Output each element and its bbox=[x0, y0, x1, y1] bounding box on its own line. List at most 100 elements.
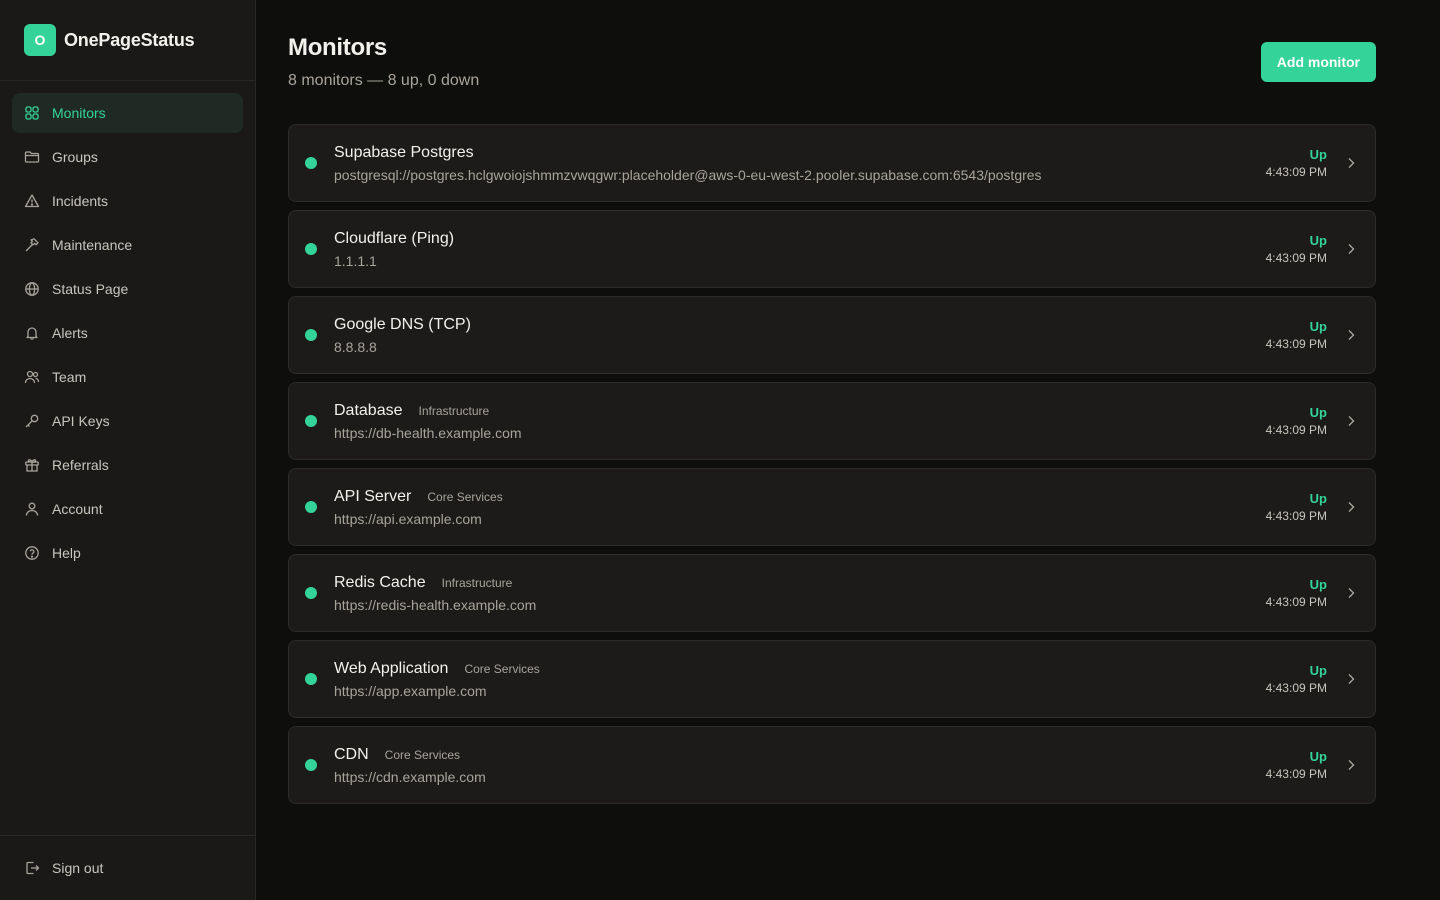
monitor-target: https://db-health.example.com bbox=[334, 424, 522, 441]
sidebar-item-label: Incidents bbox=[52, 193, 109, 209]
monitor-list: Supabase Postgres postgresql://postgres.… bbox=[288, 124, 1376, 804]
sidebar-item-label: Maintenance bbox=[52, 237, 133, 253]
status-label: Up bbox=[1309, 749, 1327, 764]
monitor-target: postgresql://postgres.hclgwoiojshmmzvwqg… bbox=[334, 166, 1042, 183]
monitor-row[interactable]: Google DNS (TCP) 8.8.8.8 Up 4:43:09 PM bbox=[288, 296, 1376, 374]
monitor-group-tag: Core Services bbox=[427, 489, 503, 504]
sidebar-item-help[interactable]: Help bbox=[12, 533, 243, 573]
sidebar-item-label: Account bbox=[52, 501, 103, 517]
chevron-right-icon bbox=[1343, 585, 1359, 601]
sidebar-item-maintenance[interactable]: Maintenance bbox=[12, 225, 243, 265]
chevron-right-icon bbox=[1343, 671, 1359, 687]
sidebar-item-team[interactable]: Team bbox=[12, 357, 243, 397]
globe-icon bbox=[24, 281, 40, 297]
status-label: Up bbox=[1309, 577, 1327, 592]
chevron-right-icon bbox=[1343, 757, 1359, 773]
monitor-name: API Server bbox=[334, 487, 412, 505]
monitor-name: Redis Cache bbox=[334, 573, 426, 591]
sidebar-item-status-page[interactable]: Status Page bbox=[12, 269, 243, 309]
user-icon bbox=[24, 501, 40, 517]
status-label: Up bbox=[1309, 405, 1327, 420]
chevron-right-icon bbox=[1343, 327, 1359, 343]
sidebar-item-incidents[interactable]: Incidents bbox=[12, 181, 243, 221]
status-dot bbox=[305, 501, 317, 513]
sidebar-footer: Sign out bbox=[0, 835, 255, 900]
monitor-row[interactable]: Database Infrastructure https://db-healt… bbox=[288, 382, 1376, 460]
monitor-name: Supabase Postgres bbox=[334, 143, 474, 161]
brand-name: OnePageStatus bbox=[64, 29, 195, 50]
sidebar-item-alerts[interactable]: Alerts bbox=[12, 313, 243, 353]
status-label: Up bbox=[1309, 147, 1327, 162]
last-checked-time: 4:43:09 PM bbox=[1265, 509, 1327, 523]
help-icon bbox=[24, 545, 40, 561]
sidebar-item-api-keys[interactable]: API Keys bbox=[12, 401, 243, 441]
last-checked-time: 4:43:09 PM bbox=[1265, 423, 1327, 437]
monitor-row[interactable]: API Server Core Services https://api.exa… bbox=[288, 468, 1376, 546]
users-icon bbox=[24, 369, 40, 385]
monitor-row[interactable]: Cloudflare (Ping) 1.1.1.1 Up 4:43:09 PM bbox=[288, 210, 1376, 288]
bell-icon bbox=[24, 325, 40, 341]
chevron-right-icon bbox=[1343, 413, 1359, 429]
add-monitor-button[interactable]: Add monitor bbox=[1260, 42, 1376, 82]
last-checked-time: 4:43:09 PM bbox=[1265, 251, 1327, 265]
sidebar-item-groups[interactable]: Groups bbox=[12, 137, 243, 177]
monitor-target: https://app.example.com bbox=[334, 682, 487, 699]
page-subtitle: 8 monitors — 8 up, 0 down bbox=[288, 72, 480, 89]
status-dot bbox=[305, 243, 317, 255]
page-header: Monitors 8 monitors — 8 up, 0 down Add m… bbox=[288, 32, 1376, 124]
sidebar-item-label: Referrals bbox=[52, 457, 109, 473]
monitor-group-tag: Core Services bbox=[464, 661, 540, 676]
status-dot bbox=[305, 587, 317, 599]
monitor-group-tag: Core Services bbox=[384, 747, 461, 762]
sidebar-item-account[interactable]: Account bbox=[12, 489, 243, 529]
sidebar-item-label: Monitors bbox=[52, 105, 106, 121]
last-checked-time: 4:43:09 PM bbox=[1265, 595, 1327, 609]
sidebar-item-label: Help bbox=[52, 545, 81, 561]
monitor-name: Cloudflare (Ping) bbox=[334, 229, 455, 247]
status-label: Up bbox=[1309, 663, 1327, 678]
monitor-target: 8.8.8.8 bbox=[334, 338, 377, 355]
status-dot bbox=[305, 759, 317, 771]
folder-icon bbox=[24, 149, 40, 165]
monitor-group-tag: Infrastructure bbox=[418, 403, 490, 418]
monitor-name: CDN bbox=[334, 745, 369, 763]
sidebar-item-referrals[interactable]: Referrals bbox=[12, 445, 243, 485]
monitor-name: Database bbox=[334, 401, 403, 419]
sidebar-item-label: Alerts bbox=[52, 325, 88, 341]
status-dot bbox=[305, 673, 317, 685]
sidebar-item-label: Team bbox=[52, 369, 87, 385]
gift-icon bbox=[24, 457, 40, 473]
last-checked-time: 4:43:09 PM bbox=[1265, 767, 1327, 781]
brand-logo: O bbox=[24, 24, 56, 56]
last-checked-time: 4:43:09 PM bbox=[1265, 165, 1327, 179]
last-checked-time: 4:43:09 PM bbox=[1265, 337, 1327, 351]
last-checked-time: 4:43:09 PM bbox=[1265, 681, 1327, 695]
monitor-name: Google DNS (TCP) bbox=[334, 315, 471, 333]
monitor-group-tag: Infrastructure bbox=[441, 575, 513, 590]
monitor-row[interactable]: CDN Core Services https://cdn.example.co… bbox=[288, 726, 1376, 804]
hammer-icon bbox=[24, 237, 40, 253]
sidebar-item-label: Status Page bbox=[52, 281, 129, 297]
sidebar-item-label: Groups bbox=[52, 149, 98, 165]
monitor-target: 1.1.1.1 bbox=[334, 252, 377, 269]
sidebar-nav: Monitors Groups Incidents Maintenance St… bbox=[0, 81, 255, 835]
main-content: Monitors 8 monitors — 8 up, 0 down Add m… bbox=[256, 0, 1440, 900]
sidebar-item-label: API Keys bbox=[52, 413, 110, 429]
sign-out-label: Sign out bbox=[52, 860, 104, 876]
status-dot bbox=[305, 329, 317, 341]
monitor-target: https://api.example.com bbox=[334, 510, 482, 527]
sidebar-item-monitors[interactable]: Monitors bbox=[12, 93, 243, 133]
monitor-target: https://redis-health.example.com bbox=[334, 596, 537, 613]
sidebar: O OnePageStatus Monitors Groups Incident… bbox=[0, 0, 256, 900]
warning-icon bbox=[24, 193, 40, 209]
status-label: Up bbox=[1309, 233, 1327, 248]
status-label: Up bbox=[1309, 319, 1327, 334]
monitor-row[interactable]: Web Application Core Services https://ap… bbox=[288, 640, 1376, 718]
sign-out-button[interactable]: Sign out bbox=[12, 848, 243, 888]
brand[interactable]: O OnePageStatus bbox=[0, 0, 255, 81]
monitor-row[interactable]: Redis Cache Infrastructure https://redis… bbox=[288, 554, 1376, 632]
monitor-row[interactable]: Supabase Postgres postgresql://postgres.… bbox=[288, 124, 1376, 202]
page-title: Monitors bbox=[288, 34, 387, 61]
key-icon bbox=[24, 413, 40, 429]
chevron-right-icon bbox=[1343, 155, 1359, 171]
